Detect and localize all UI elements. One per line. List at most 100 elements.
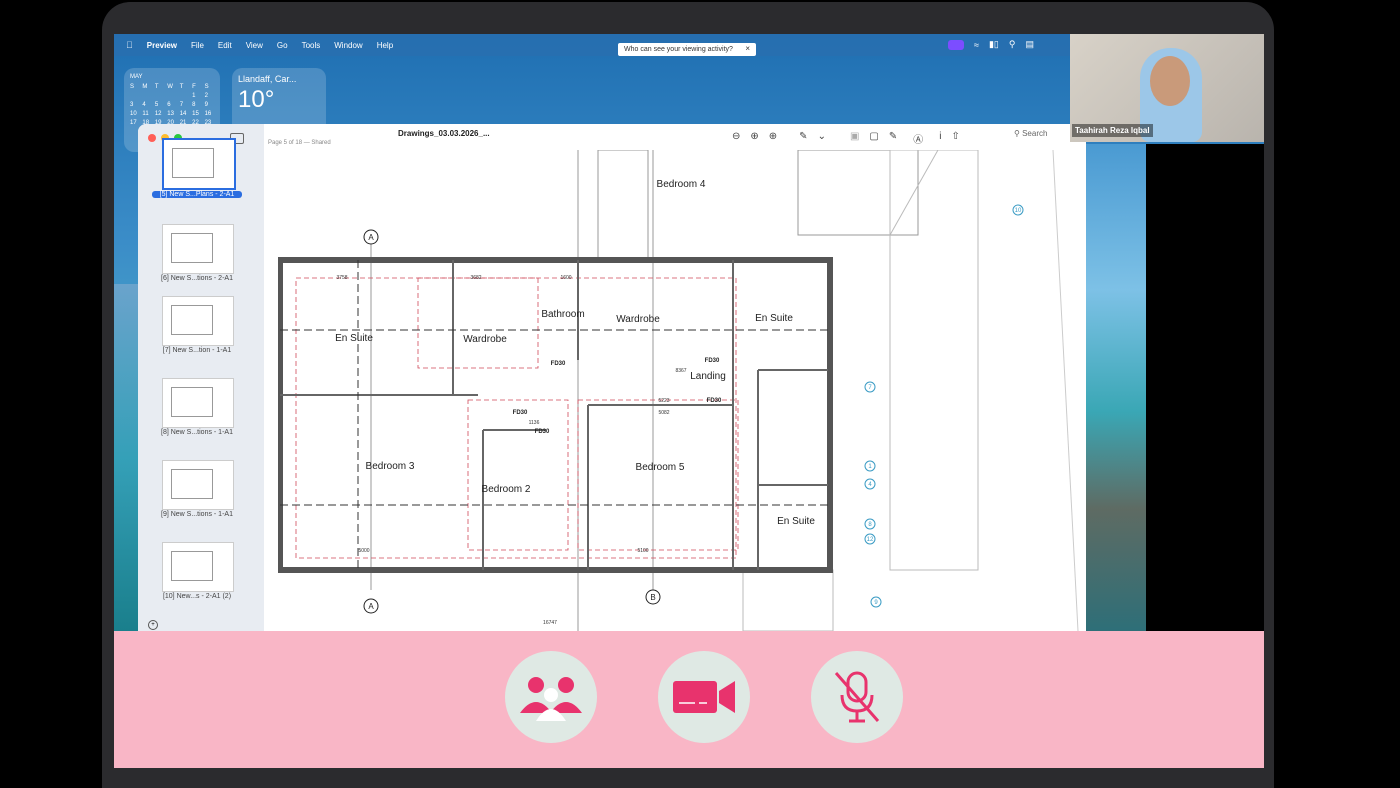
battery-icon[interactable]: ▮▯ [989, 39, 999, 50]
fire-door-label: FD30 [535, 429, 550, 435]
thumbnail-label: [5] New S...Plans - 2-A1 [152, 191, 242, 198]
participants-button[interactable] [505, 651, 597, 743]
thumbnail-label: [10] New...s - 2-A1 (2) [162, 593, 232, 600]
info-icon[interactable]: i [939, 131, 941, 146]
page-thumbnail[interactable]: [10] New...s - 2-A1 (2) [152, 542, 242, 602]
thumbnail-image [162, 138, 236, 190]
calendar-day[interactable] [130, 93, 139, 99]
menu-window[interactable]: Window [334, 41, 362, 50]
menu-view[interactable]: View [246, 41, 263, 50]
camera-button[interactable] [658, 651, 750, 743]
search-icon[interactable]: ⚲ [1009, 39, 1016, 50]
room-label: Wardrobe [616, 314, 660, 325]
calendar-day[interactable]: 2 [205, 93, 214, 99]
annotate-icon[interactable]: Ⓐ [913, 131, 923, 146]
dimension-label: 8367 [675, 368, 686, 374]
room-label: Bedroom 2 [482, 484, 531, 495]
floor-plan-drawing[interactable]: Bedroom 4 En Suite Wardrobe Bathroom War… [278, 150, 1086, 631]
video-camera-icon [673, 681, 735, 713]
zoom-fit-icon[interactable]: ⊕ [769, 131, 777, 146]
dimension-label: 1600 [560, 275, 571, 281]
dimension-label: 5223 [658, 398, 669, 404]
calendar-day[interactable] [142, 93, 151, 99]
thumbnail-label: [7] New S...tion - 1-A1 [162, 347, 232, 354]
privacy-notice-text: Who can see your viewing activity? [624, 46, 733, 53]
calendar-day[interactable]: 10 [130, 111, 139, 117]
markup-pen-icon[interactable]: ✎ [799, 131, 807, 146]
calendar-day[interactable]: 16 [205, 111, 214, 117]
thumbnail-label: [8] New S...tions - 1-A1 [161, 429, 233, 436]
calendar-day[interactable]: 7 [180, 102, 189, 108]
document-title[interactable]: Drawings_03.03.2026_... [398, 129, 490, 138]
calendar-day[interactable]: 3 [130, 102, 139, 108]
privacy-notice[interactable]: Who can see your viewing activity? × [618, 43, 756, 56]
dimension-label: 5082 [658, 410, 669, 416]
calendar-day[interactable]: 8 [192, 102, 201, 108]
fire-door-label: FD30 [705, 358, 720, 364]
participant-face [1150, 56, 1190, 106]
weather-city: Llandaff, Car... [238, 74, 297, 84]
webcam-tile[interactable]: Taahirah Reza Iqbal [1070, 34, 1264, 142]
share-icon[interactable]: ⇧ [951, 131, 959, 146]
text-box-icon[interactable]: ▣ [850, 131, 859, 146]
dimension-label: 5100 [637, 548, 648, 554]
preview-window: [5] New S...Plans - 2-A1 [6] New S...tion… [138, 124, 1086, 631]
page-thumbnail[interactable]: [7] New S...tion - 1-A1 [152, 296, 242, 356]
page-thumbnail[interactable]: [6] New S...tions - 2-A1 [152, 224, 242, 284]
room-label: En Suite [335, 333, 373, 344]
apple-menu-icon[interactable]:  [126, 40, 133, 50]
thumbnail-image [162, 460, 234, 510]
calendar-day[interactable]: 1 [192, 93, 201, 99]
room-label: Bathroom [541, 309, 584, 320]
calendar-day[interactable]: 13 [167, 111, 176, 117]
weather-temperature: 10° [238, 86, 275, 113]
dimension-label: 3758 [336, 275, 347, 281]
room-label: En Suite [755, 313, 793, 324]
page-thumbnail[interactable]: [5] New S...Plans - 2-A1 [152, 138, 242, 198]
dimension-label: 3682 [470, 275, 481, 281]
menu-app-name[interactable]: Preview [147, 41, 177, 50]
calendar-day[interactable]: 9 [205, 102, 214, 108]
menu-tools[interactable]: Tools [302, 41, 321, 50]
menu-go[interactable]: Go [277, 41, 288, 50]
add-page-icon[interactable]: + [148, 620, 158, 630]
calendar-day[interactable] [167, 93, 176, 99]
calendar-day[interactable]: 15 [192, 111, 201, 117]
chevron-down-icon[interactable]: ⌄ [818, 131, 826, 146]
toolbar-tools: ⊖ ⊕ ⊕ ✎ ⌄ ▣ ▢ ✎ Ⓐ i ⇧ [732, 131, 960, 146]
calendar-day[interactable]: 14 [180, 111, 189, 117]
calendar-weekday: M [142, 84, 148, 90]
microphone-button[interactable] [811, 651, 903, 743]
calendar-day[interactable]: 6 [167, 102, 176, 108]
dimension-label: 16747 [543, 620, 557, 626]
zoom-in-icon[interactable]: ⊕ [750, 131, 758, 146]
calendar-day[interactable] [180, 93, 189, 99]
menu-edit[interactable]: Edit [218, 41, 232, 50]
room-label: Landing [690, 371, 726, 382]
calendar-day[interactable]: 5 [155, 102, 164, 108]
calendar-day[interactable] [155, 93, 164, 99]
calendar-weekday: W [167, 84, 173, 90]
calendar-day[interactable]: 11 [142, 111, 151, 117]
menu-help[interactable]: Help [377, 41, 393, 50]
zoom-out-icon[interactable]: ⊖ [732, 131, 740, 146]
page-thumbnail[interactable]: [9] New S...tions - 1-A1 [152, 460, 242, 520]
wallpaper-dark-band [1146, 144, 1264, 631]
close-icon[interactable]: × [745, 44, 750, 53]
thumbnail-label: [9] New S...tions - 1-A1 [161, 511, 233, 518]
fire-door-label: FD30 [551, 361, 566, 367]
calendar-day[interactable]: 4 [142, 102, 151, 108]
page-thumbnail[interactable]: [8] New S...tions - 1-A1 [152, 378, 242, 438]
signature-icon[interactable]: ✎ [889, 131, 897, 146]
control-center-icon[interactable]: ▤ [1025, 39, 1034, 50]
wifi-icon[interactable]: ≈ [974, 40, 979, 50]
calendar-weekday: F [192, 84, 196, 90]
callout-number: 12 [867, 537, 874, 543]
room-label: Bedroom 3 [366, 461, 415, 472]
screen-share-icon[interactable] [948, 39, 964, 50]
shapes-icon[interactable]: ▢ [869, 131, 878, 146]
calendar-grid: S M T W T F S 1 2 3 4 5 6 7 8 9 10 11 12 13 14 15 16 17 18 19 20 21… [130, 84, 214, 126]
search-placeholder: Search [1022, 129, 1048, 138]
calendar-day[interactable]: 12 [155, 111, 164, 117]
menu-file[interactable]: File [191, 41, 204, 50]
